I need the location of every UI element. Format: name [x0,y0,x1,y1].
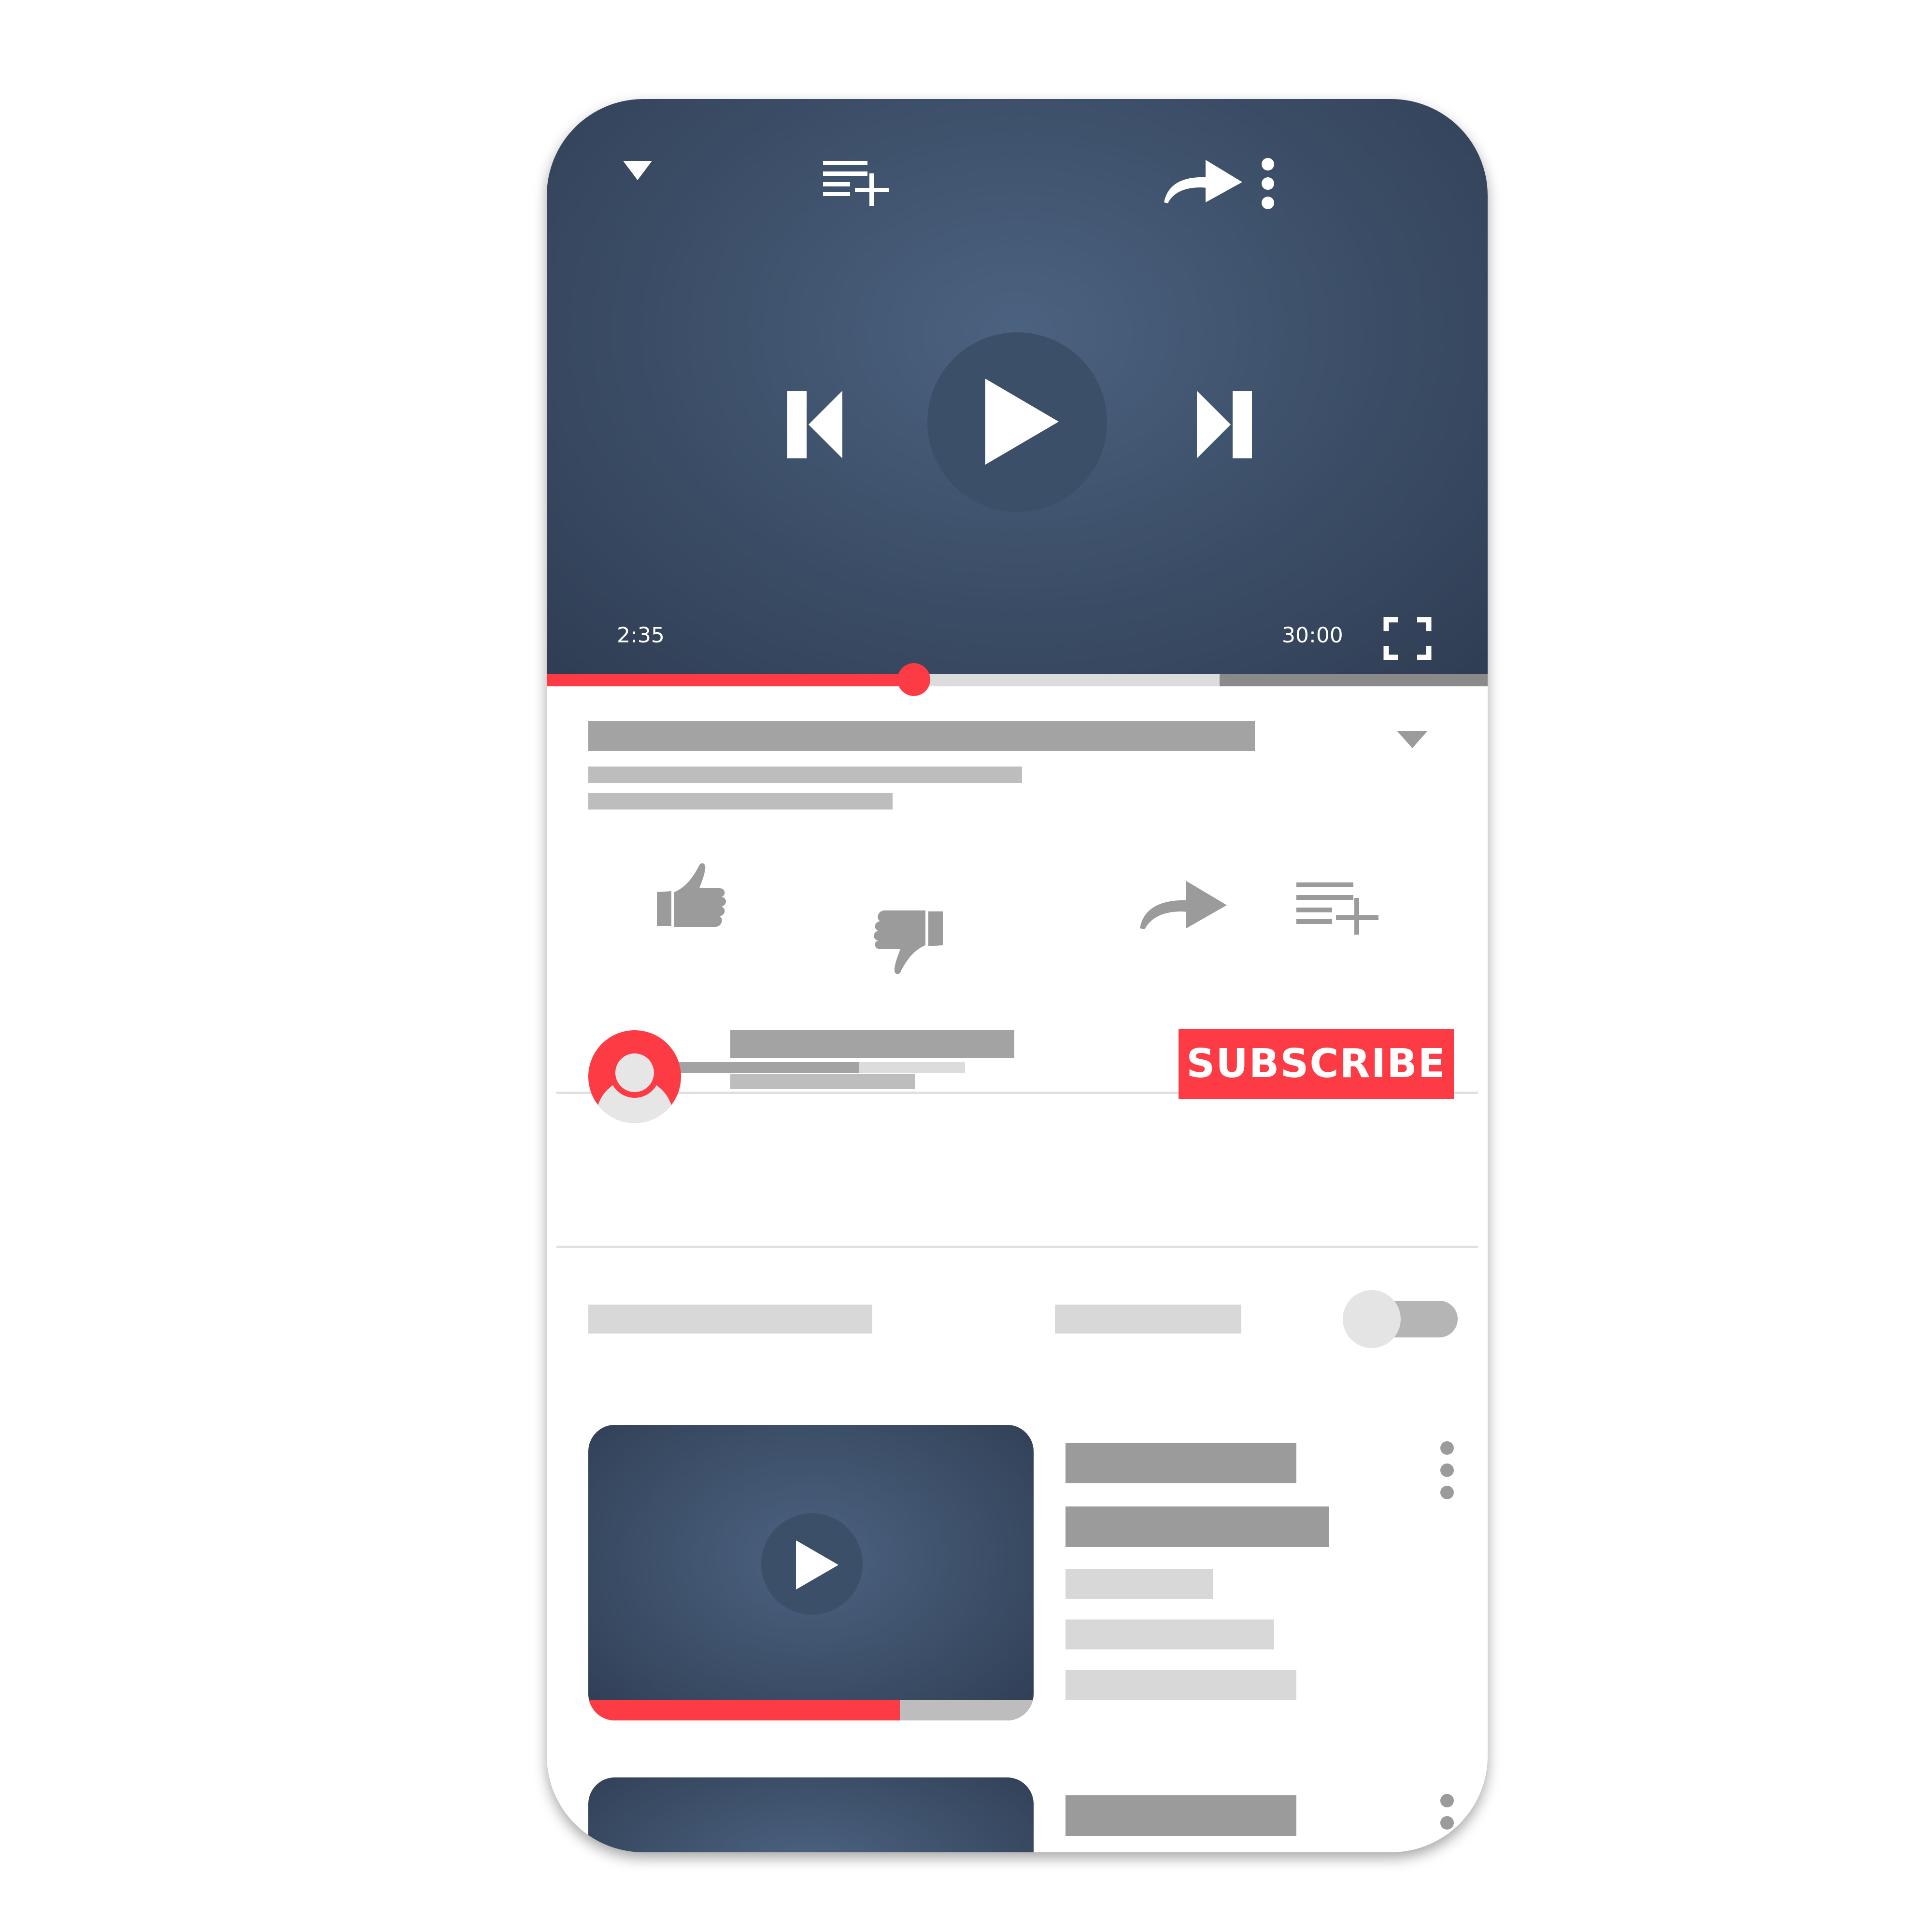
recommended-title-placeholder [1065,1795,1296,1836]
recommended-meta-placeholder [1065,1569,1213,1599]
subscriber-count-placeholder [730,1074,915,1089]
video-meta-placeholder-2 [588,793,893,810]
thumbnail-play-button [761,1513,863,1615]
current-time: 2:35 [617,623,665,648]
thumbs-down-icon[interactable] [866,897,948,979]
recommended-meta-placeholder-3 [1065,1670,1296,1700]
save-to-playlist-icon[interactable] [1294,878,1381,936]
share-action-icon[interactable] [1135,874,1232,937]
recommended-meta-placeholder-2 [1065,1619,1274,1649]
recommended-video-thumbnail[interactable] [588,1425,1034,1720]
recommended-title-placeholder-2 [1065,1506,1329,1547]
skip-next-icon[interactable] [1193,388,1256,460]
phone-screen: 2:35 30:00 SUBSCRIBE [547,99,1488,1852]
play-icon [796,1540,838,1590]
up-next-placeholder [588,1305,872,1334]
subscribe-button[interactable]: SUBSCRIBE [1179,1029,1454,1099]
play-button[interactable] [927,332,1107,512]
channel-avatar[interactable] [588,1030,681,1123]
more-vertical-icon[interactable] [1256,155,1280,213]
user-avatar-icon [596,1048,673,1123]
play-icon [985,379,1059,465]
divider [556,1246,1478,1248]
expand-description-icon[interactable] [1393,727,1432,756]
playlist-add-icon[interactable] [821,153,894,206]
fullscreen-icon[interactable] [1383,617,1432,660]
share-icon[interactable] [1159,153,1246,211]
progress-played [547,674,914,686]
recommended-video-thumbnail[interactable] [588,1777,1034,1852]
video-title-placeholder [588,721,1255,751]
autoplay-toggle[interactable] [1343,1290,1458,1348]
chevron-down-icon[interactable] [618,157,657,186]
more-vertical-icon[interactable] [1437,1439,1457,1502]
video-meta-placeholder [588,767,1022,783]
progress-scrubber[interactable] [897,663,930,696]
channel-name-placeholder [730,1030,1014,1058]
video-duration: 30:00 [1282,623,1343,648]
recommended-title-placeholder [1065,1443,1296,1483]
skip-previous-icon[interactable] [783,388,846,460]
thumbs-up-icon[interactable] [652,858,734,936]
more-vertical-icon[interactable] [1437,1792,1457,1852]
video-player[interactable]: 2:35 30:00 [547,99,1488,681]
autoplay-toggle-knob [1343,1290,1401,1348]
watch-progress-fill [588,1700,900,1720]
autoplay-label-placeholder [1055,1305,1241,1334]
